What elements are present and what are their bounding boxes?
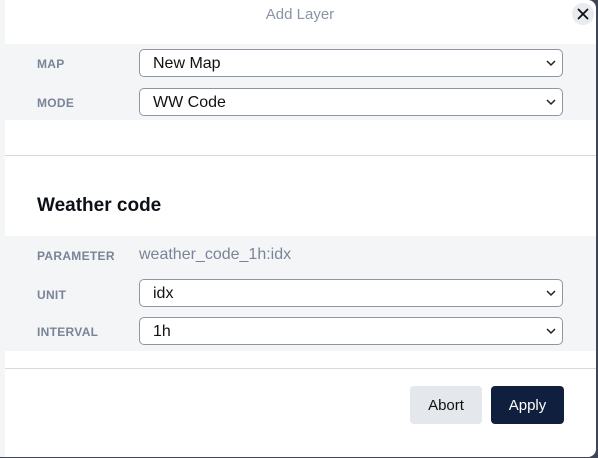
parameter-value: weather_code_1h:idx [139, 246, 292, 263]
interval-select[interactable]: 1h [139, 317, 563, 345]
map-label: MAP [37, 57, 65, 71]
mode-select[interactable]: WW Code [139, 88, 563, 116]
abort-button[interactable]: Abort [410, 386, 482, 424]
divider [5, 155, 596, 156]
parameter-label: PARAMETER [37, 249, 115, 263]
interval-select-value: 1h [153, 323, 171, 340]
chevron-down-icon [546, 290, 556, 297]
divider [5, 368, 596, 369]
map-select[interactable]: New Map [139, 49, 563, 77]
add-layer-dialog: Add Layer MAP New Map MODE WW Code Weath… [0, 0, 596, 457]
dialog-title: Add Layer [265, 6, 335, 23]
close-button[interactable] [572, 3, 594, 25]
mode-select-value: WW Code [153, 94, 226, 111]
unit-select-value: idx [153, 285, 174, 302]
chevron-down-icon [546, 60, 556, 67]
section-heading: Weather code [37, 195, 162, 216]
chevron-down-icon [546, 99, 556, 106]
close-icon [577, 8, 589, 20]
chevron-down-icon [546, 328, 556, 335]
unit-select[interactable]: idx [139, 279, 563, 307]
apply-button[interactable]: Apply [491, 386, 564, 424]
mode-label: MODE [37, 96, 75, 110]
map-select-value: New Map [153, 55, 221, 72]
interval-label: INTERVAL [37, 325, 99, 339]
unit-label: UNIT [37, 288, 67, 302]
